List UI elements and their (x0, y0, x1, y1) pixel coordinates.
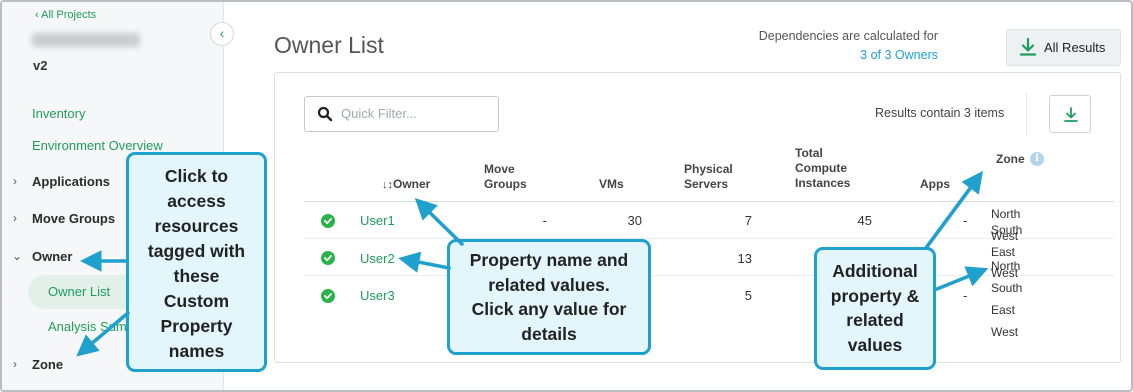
app-window: ‹ All Projects v2 Inventory Environment … (0, 0, 1133, 392)
search-icon (317, 106, 333, 122)
cell-vms[interactable]: 30 (602, 213, 642, 228)
chevron-right-icon[interactable]: › (13, 357, 17, 371)
sidebar-item-environment-overview[interactable]: Environment Overview (32, 138, 163, 153)
chevron-right-icon[interactable]: › (13, 211, 17, 225)
callout-additional-property: Additional property & related values (814, 247, 936, 370)
zone-value[interactable]: South (991, 281, 1022, 295)
quick-filter[interactable] (304, 96, 499, 132)
download-icon (1019, 37, 1037, 56)
download-icon (1064, 107, 1078, 122)
page-title: Owner List (274, 32, 384, 58)
toolbar-divider (1026, 94, 1027, 136)
results-count: Results contain 3 items (875, 106, 1005, 120)
column-header-owner[interactable]: ↓↕Owner (382, 177, 430, 193)
column-header-vms[interactable]: VMs (599, 177, 624, 192)
download-button[interactable] (1049, 95, 1091, 133)
all-projects-link[interactable]: ‹ All Projects (35, 9, 96, 21)
sidebar-group-applications[interactable]: Applications (32, 174, 110, 189)
status-check-icon (321, 251, 335, 265)
chevron-down-icon[interactable]: ⌄ (12, 249, 22, 263)
owner-link[interactable]: User1 (360, 213, 395, 228)
cell-physical-servers[interactable]: 7 (712, 213, 752, 228)
info-icon[interactable]: i (1030, 152, 1044, 166)
cell-physical-servers[interactable]: 13 (712, 251, 752, 266)
callout-property-values: Property name and related values. Click … (447, 239, 651, 355)
zone-value[interactable]: East (991, 303, 1015, 317)
dependencies-link[interactable]: 3 of 3 Owners (702, 46, 938, 65)
all-results-button[interactable]: All Results (1006, 29, 1121, 66)
sidebar-item-inventory[interactable]: Inventory (32, 106, 85, 121)
all-results-label: All Results (1044, 40, 1106, 55)
zone-value[interactable]: West (991, 229, 1018, 243)
cell-total-compute[interactable]: 45 (832, 213, 872, 228)
zone-value[interactable]: North (991, 207, 1020, 221)
zone-value[interactable]: East (991, 245, 1015, 259)
owner-link[interactable]: User2 (360, 251, 395, 266)
chevron-right-icon[interactable]: › (13, 174, 17, 188)
sidebar-item-analysis-summary[interactable]: Analysis Sum (48, 319, 127, 334)
header-divider (304, 201, 1114, 202)
callout-custom-property: Click to access resources tagged with th… (126, 152, 267, 372)
collapse-sidebar-button[interactable]: ‹ (210, 22, 234, 46)
sidebar-group-owner[interactable]: Owner (32, 249, 72, 264)
status-check-icon (321, 214, 335, 228)
cell-apps[interactable]: - (963, 213, 967, 228)
dependencies-text: Dependencies are calculated for (758, 29, 938, 43)
all-projects-label: All Projects (41, 9, 97, 21)
sort-icon[interactable]: ↓↕ (382, 179, 393, 191)
sidebar-item-owner-list[interactable]: Owner List (48, 284, 110, 299)
column-header-move-groups[interactable]: Move Groups (484, 162, 527, 192)
sidebar-group-zone[interactable]: Zone (32, 357, 63, 372)
zone-value[interactable]: West (991, 325, 1018, 339)
chevron-left-icon: ‹ (219, 25, 225, 41)
column-header-zone[interactable]: Zone (996, 152, 1025, 167)
column-header-apps[interactable]: Apps (920, 177, 950, 192)
sidebar-group-move-groups[interactable]: Move Groups (32, 211, 115, 226)
cell-physical-servers[interactable]: 5 (712, 288, 752, 303)
owner-link[interactable]: User3 (360, 288, 395, 303)
status-check-icon (321, 289, 335, 303)
project-version: v2 (33, 58, 48, 73)
quick-filter-input[interactable] (341, 106, 491, 121)
dependencies-note: Dependencies are calculated for 3 of 3 O… (702, 27, 938, 65)
zone-value[interactable]: West (991, 266, 1018, 280)
column-header-physical-servers[interactable]: Physical Servers (684, 162, 733, 192)
cell-apps[interactable]: - (963, 288, 967, 303)
cell-move-groups[interactable]: - (502, 213, 547, 228)
column-header-total-compute[interactable]: Total Compute Instances (795, 146, 850, 191)
project-name-blurred (32, 33, 140, 47)
